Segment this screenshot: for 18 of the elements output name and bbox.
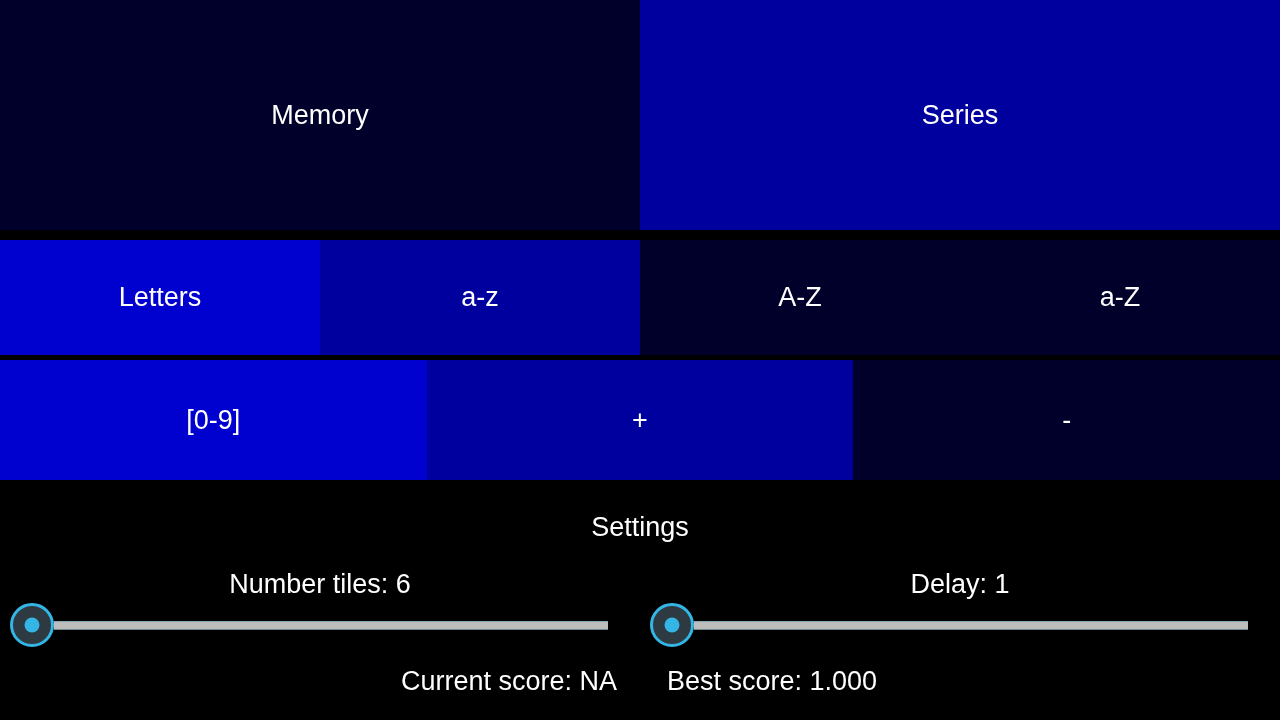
current-score: Current score: NA [400,665,617,698]
slider-thumb[interactable] [10,603,54,647]
slider-label: Number tiles: 6 [229,568,411,601]
slider-thumb[interactable] [650,603,694,647]
number-option-button[interactable]: + [426,360,854,480]
slider-track[interactable] [694,620,1248,630]
category-toggle[interactable]: [0-9] [0,360,427,480]
letter-option-button[interactable]: A-Z [640,240,960,355]
mode-button[interactable]: Memory [0,0,640,230]
number-option-button[interactable]: - [853,360,1280,480]
letter-option-button[interactable]: a-z [320,240,640,355]
mode-button[interactable]: Series [640,0,1280,230]
category-toggle[interactable]: Letters [0,240,320,355]
letter-option-button[interactable]: a-Z [960,240,1280,355]
settings-title: Settings [591,511,689,544]
slider-label: Delay: 1 [910,568,1010,601]
slider-track[interactable] [54,620,608,630]
best-score: Best score: 1.000 [667,665,878,698]
